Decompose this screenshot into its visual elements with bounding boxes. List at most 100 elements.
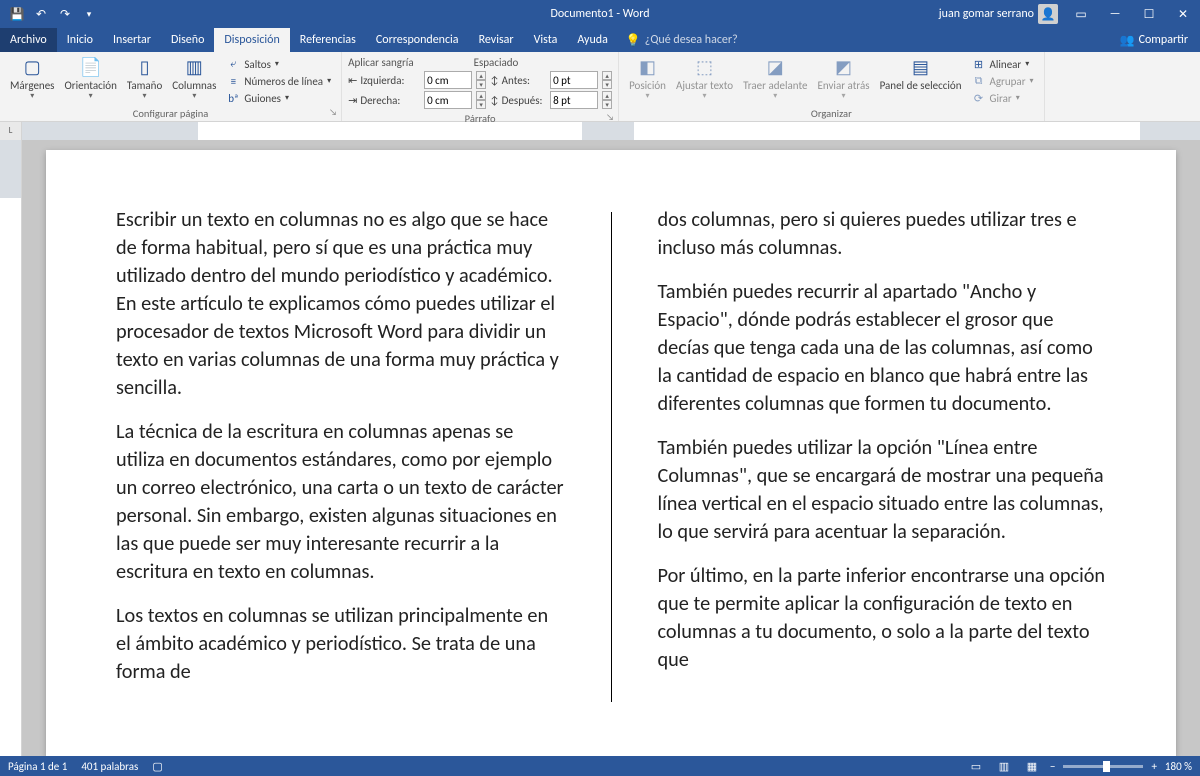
group-label-page-setup: Configurar página↘	[6, 106, 335, 122]
breaks-icon: ⤶	[226, 57, 240, 71]
group-arrange: ◧Posición▾ ⬚Ajustar texto▾ ◪Traer adelan…	[619, 52, 1044, 121]
size-icon: ▯	[131, 56, 159, 80]
share-icon: 👥	[1120, 33, 1135, 48]
rotate-icon: ⟳	[972, 91, 986, 105]
page-setup-launcher[interactable]: ↘	[329, 107, 337, 118]
column-2[interactable]: dos columnas, pero si quieres puedes uti…	[658, 206, 1107, 702]
user-avatar-icon: 👤	[1038, 4, 1058, 24]
paragraph: Los textos en columnas se utilizan princ…	[116, 602, 565, 686]
columns-button[interactable]: ▥Columnas▾	[168, 54, 220, 103]
redo-icon[interactable]: ↷	[54, 3, 76, 25]
view-print-icon[interactable]: ▥	[994, 758, 1014, 774]
orientation-button[interactable]: 📄Orientación▾	[60, 54, 120, 103]
page-scroll[interactable]: Escribir un texto en columnas no es algo…	[22, 140, 1200, 756]
status-proofing-icon[interactable]: ▢	[152, 760, 162, 773]
column-1[interactable]: Escribir un texto en columnas no es algo…	[116, 206, 565, 702]
paragraph: Por último, en la parte inferior encontr…	[658, 562, 1107, 674]
group-page-setup: ▢Márgenes▾ 📄Orientación▾ ▯Tamaño▾ ▥Colum…	[0, 52, 342, 121]
undo-icon[interactable]: ↶	[30, 3, 52, 25]
ruler-row: L	[0, 122, 1200, 140]
margins-icon: ▢	[18, 56, 46, 80]
group-label-arrange: Organizar	[625, 106, 1037, 122]
position-icon: ◧	[634, 56, 662, 80]
column-divider	[611, 212, 612, 702]
align-icon: ⊞	[972, 57, 986, 71]
close-icon[interactable]: ✕	[1166, 0, 1200, 28]
indent-left-input[interactable]	[424, 71, 472, 89]
tab-file[interactable]: Archivo	[0, 28, 57, 52]
ribbon: ▢Márgenes▾ 📄Orientación▾ ▯Tamaño▾ ▥Colum…	[0, 52, 1200, 122]
tab-layout[interactable]: Disposición	[214, 28, 289, 52]
hyphenation-icon: bª	[226, 91, 240, 105]
view-web-icon[interactable]: ▦	[1022, 758, 1042, 774]
tab-view[interactable]: Vista	[524, 28, 568, 52]
rotate-button[interactable]: ⟳Girar ▾	[968, 90, 1038, 106]
tab-design[interactable]: Diseño	[161, 28, 214, 52]
indent-left-icon: ⇤	[348, 74, 357, 87]
tab-references[interactable]: Referencias	[290, 28, 366, 52]
indent-right-input[interactable]	[424, 91, 472, 109]
status-bar: Página 1 de 1 401 palabras ▢ ▭ ▥ ▦ − + 1…	[0, 756, 1200, 776]
hyphenation-button[interactable]: bªGuiones ▾	[222, 90, 335, 106]
zoom-slider[interactable]	[1063, 765, 1143, 768]
breaks-button[interactable]: ⤶Saltos ▾	[222, 56, 335, 72]
tell-me-search[interactable]: 💡 ¿Qué desea hacer?	[618, 28, 746, 52]
position-button[interactable]: ◧Posición▾	[625, 54, 670, 103]
selection-pane-button[interactable]: ▤Panel de selección	[876, 54, 966, 94]
tab-help[interactable]: Ayuda	[567, 28, 618, 52]
share-button[interactable]: 👥 Compartir	[1108, 28, 1200, 52]
align-button[interactable]: ⊞Alinear ▾	[968, 56, 1038, 72]
paragraph: La técnica de la escritura en columnas a…	[116, 418, 565, 586]
status-word-count[interactable]: 401 palabras	[81, 760, 138, 773]
document-area: Escribir un texto en columnas no es algo…	[0, 140, 1200, 756]
zoom-out-button[interactable]: −	[1050, 760, 1055, 773]
qat-customize-icon[interactable]: ▾	[78, 3, 100, 25]
selection-pane-icon: ▤	[907, 56, 935, 80]
columns-icon: ▥	[180, 56, 208, 80]
space-after-input[interactable]	[550, 91, 598, 109]
line-numbers-button[interactable]: ≡Números de línea ▾	[222, 73, 335, 89]
bring-forward-button[interactable]: ◪Traer adelante▾	[739, 54, 811, 103]
indent-header: Aplicar sangría	[348, 56, 414, 69]
group-icon: ⧉	[972, 74, 986, 88]
group-button[interactable]: ⧉Agrupar ▾	[968, 73, 1038, 89]
share-label: Compartir	[1139, 33, 1188, 47]
paragraph: dos columnas, pero si quieres puedes uti…	[658, 206, 1107, 262]
zoom-level[interactable]: 180 %	[1165, 760, 1192, 773]
tab-insert[interactable]: Insertar	[103, 28, 161, 52]
size-button[interactable]: ▯Tamaño▾	[123, 54, 166, 103]
user-account[interactable]: juan gomar serrano 👤	[933, 4, 1064, 24]
send-backward-button[interactable]: ◩Enviar atrás▾	[814, 54, 874, 103]
vertical-ruler[interactable]	[0, 140, 22, 756]
wrap-text-button[interactable]: ⬚Ajustar texto▾	[672, 54, 737, 103]
view-read-icon[interactable]: ▭	[966, 758, 986, 774]
maximize-icon[interactable]: ☐	[1132, 0, 1166, 28]
wrap-icon: ⬚	[691, 56, 719, 80]
space-before-input[interactable]	[550, 71, 598, 89]
lightbulb-icon: 💡	[626, 33, 641, 48]
indent-left-spinner[interactable]: ▴▾	[476, 71, 486, 89]
ribbon-options-icon[interactable]: ▭	[1064, 0, 1098, 28]
zoom-in-button[interactable]: +	[1151, 760, 1156, 773]
paragraph: También puedes recurrir al apartado "Anc…	[658, 278, 1107, 418]
status-page[interactable]: Página 1 de 1	[8, 760, 67, 773]
horizontal-ruler[interactable]	[22, 122, 1200, 140]
space-before-spinner[interactable]: ▴▾	[602, 71, 612, 89]
title-bar: 💾 ↶ ↷ ▾ Documento1 - Word juan gomar ser…	[0, 0, 1200, 28]
tab-review[interactable]: Revisar	[469, 28, 524, 52]
ribbon-tabs: Archivo Inicio Insertar Diseño Disposici…	[0, 28, 1200, 52]
indent-right-icon: ⇥	[348, 94, 357, 107]
space-before-icon: ↕	[490, 74, 499, 87]
tab-mailings[interactable]: Correspondencia	[366, 28, 469, 52]
minimize-icon[interactable]: —	[1098, 0, 1132, 28]
spacing-header: Espaciado	[474, 56, 519, 69]
margins-button[interactable]: ▢Márgenes▾	[6, 54, 58, 103]
space-after-spinner[interactable]: ▴▾	[602, 91, 612, 109]
save-icon[interactable]: 💾	[6, 3, 28, 25]
tab-home[interactable]: Inicio	[57, 28, 103, 52]
space-after-icon: ↕	[490, 94, 499, 107]
paragraph: Escribir un texto en columnas no es algo…	[116, 206, 565, 402]
group-paragraph: Aplicar sangría Espaciado ⇤Izquierda: ▴▾…	[342, 52, 619, 121]
user-name: juan gomar serrano	[939, 7, 1034, 21]
indent-right-spinner[interactable]: ▴▾	[476, 91, 486, 109]
